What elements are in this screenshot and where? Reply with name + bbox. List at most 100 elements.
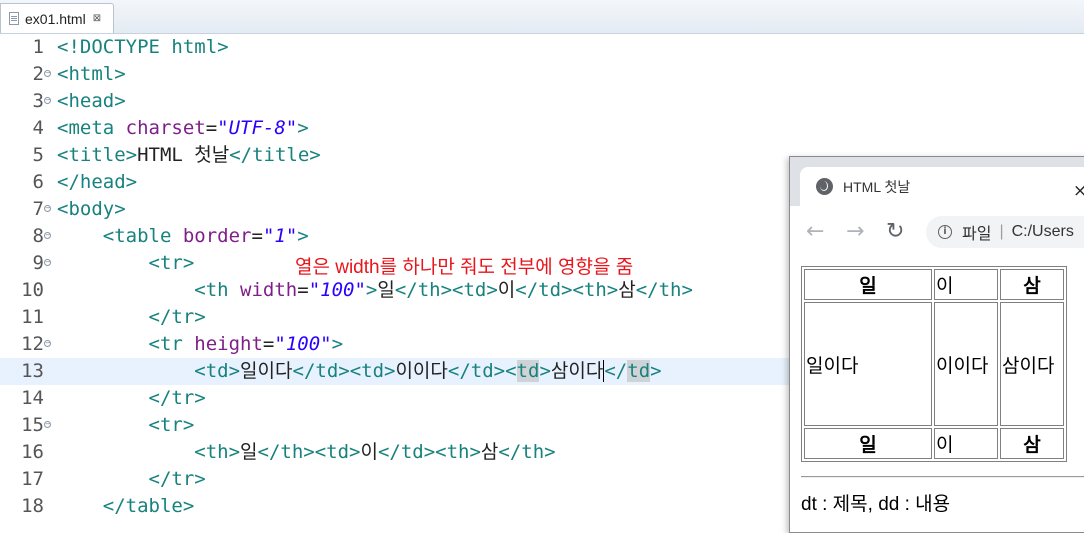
code-text: <title>HTML 첫날</title> xyxy=(57,144,321,166)
line-number: 8 xyxy=(32,225,44,247)
code-line: 6 </head> xyxy=(0,169,790,196)
globe-icon xyxy=(816,178,833,195)
line-number: 5 xyxy=(32,144,44,166)
line-number: 17 xyxy=(21,468,44,490)
code-text: <body> xyxy=(57,198,126,220)
table-header-cell: 일 xyxy=(804,269,932,300)
fold-toggle-icon[interactable]: − xyxy=(44,97,51,104)
code-text: <td>일이다</td><td>이이다</td><td>삼이다</td> xyxy=(194,360,662,382)
html-file-icon xyxy=(9,12,19,25)
code-text: <meta charset="UTF-8"> xyxy=(57,117,309,139)
line-number: 9 xyxy=(32,252,44,274)
editor-tab-ex01[interactable]: ex01.html ⊠ xyxy=(0,3,114,33)
code-text: <th width="100">일</th><td>이</td><th>삼</t… xyxy=(194,279,693,301)
line-number: 7 xyxy=(32,198,44,220)
close-icon[interactable]: ⊠ xyxy=(93,13,101,24)
code-text: <table border="1"> xyxy=(102,225,309,247)
table-cell: 이 xyxy=(934,269,998,300)
matched-tag: td xyxy=(516,360,540,382)
table-cell: 이 xyxy=(934,428,998,459)
table-header-cell: 삼 xyxy=(1000,428,1064,459)
code-line: 8 − <table border="1"> xyxy=(0,223,790,250)
code-line: 1 <!DOCTYPE html> xyxy=(0,34,790,61)
line-number: 13 xyxy=(21,360,44,382)
code-line: 10 <th width="100">일</th><td>이</td><th>삼… xyxy=(0,277,790,304)
code-line: 4 <meta charset="UTF-8"> xyxy=(0,115,790,142)
editor-tab-bar: ex01.html ⊠ xyxy=(0,0,1084,34)
address-separator: | xyxy=(999,223,1004,240)
line-number: 14 xyxy=(21,387,44,409)
fold-toggle-icon[interactable]: − xyxy=(44,421,51,428)
table-row: 일 이 삼 xyxy=(804,269,1064,300)
code-text: </table> xyxy=(102,495,195,517)
line-number: 18 xyxy=(21,495,44,517)
fold-toggle-icon[interactable]: − xyxy=(44,232,51,239)
line-number: 3 xyxy=(32,90,44,112)
fold-toggle-icon[interactable]: − xyxy=(44,259,51,266)
code-line: 14 </tr> xyxy=(0,385,790,412)
browser-tab-title: HTML 첫날 xyxy=(843,178,911,195)
annotation-comment: 열은 width를 하나만 줘도 전부에 영향을 줌 xyxy=(295,257,634,278)
code-line: 17 </tr> xyxy=(0,466,790,493)
line-number: 15 xyxy=(21,414,44,436)
table-cell: 일이다 xyxy=(804,302,932,426)
line-number: 1 xyxy=(32,36,44,58)
fold-toggle-icon[interactable]: − xyxy=(44,70,51,77)
reload-icon[interactable]: ↻ xyxy=(886,220,904,244)
line-number: 16 xyxy=(21,441,44,463)
line-number: 6 xyxy=(32,171,44,193)
code-text: <!DOCTYPE html> xyxy=(57,36,229,58)
browser-window: HTML 첫날 × ← → ↻ i 파일 | C:/Users 일 이 삼 일이… xyxy=(789,156,1084,533)
table-cell: 이이다 xyxy=(934,302,998,426)
table-row: 일 이 삼 xyxy=(804,428,1064,459)
line-number: 12 xyxy=(21,333,44,355)
table-cell: 삼이다 xyxy=(1000,302,1064,426)
matched-tag: td xyxy=(627,360,651,382)
code-text: </tr> xyxy=(148,468,206,490)
code-text: <tr height="100"> xyxy=(148,333,344,355)
rendered-table: 일 이 삼 일이다 이이다 삼이다 일 이 삼 xyxy=(801,266,1067,462)
browser-tab[interactable]: HTML 첫날 xyxy=(800,167,1084,206)
address-scheme-label: 파일 xyxy=(962,226,992,243)
table-header-cell: 삼 xyxy=(1000,269,1064,300)
editor-tab-label: ex01.html xyxy=(25,10,86,27)
code-text: <head> xyxy=(57,90,126,112)
code-line: 11 </tr> xyxy=(0,304,790,331)
code-line: 3 − <head> xyxy=(0,88,790,115)
code-line: 5 <title>HTML 첫날</title> xyxy=(0,142,790,169)
code-text: <tr> xyxy=(148,414,195,436)
line-number: 4 xyxy=(32,117,44,139)
page-content: 일 이 삼 일이다 이이다 삼이다 일 이 삼 dt : 제목, dd : 내용 xyxy=(790,260,1084,532)
fold-toggle-icon[interactable]: − xyxy=(44,340,51,347)
fold-toggle-icon[interactable]: − xyxy=(44,205,51,212)
back-arrow-icon[interactable]: ← xyxy=(806,220,824,244)
code-text: <tr> xyxy=(148,252,195,274)
table-row: 일이다 이이다 삼이다 xyxy=(804,302,1064,426)
code-line: 16 <th>일</th><td>이</td><th>삼</th> xyxy=(0,439,790,466)
line-number: 2 xyxy=(32,63,44,85)
code-line: 2 − <html> xyxy=(0,61,790,88)
browser-toolbar: ← → ↻ i 파일 | C:/Users xyxy=(790,206,1084,260)
address-url: C:/Users xyxy=(1011,223,1074,240)
close-icon[interactable]: × xyxy=(1073,181,1084,201)
code-text: <html> xyxy=(57,63,126,85)
info-icon[interactable]: i xyxy=(938,225,952,239)
browser-tab-strip: HTML 첫날 × xyxy=(790,157,1084,206)
code-line: 7 − <body> xyxy=(0,196,790,223)
address-bar[interactable]: i 파일 | C:/Users xyxy=(926,216,1084,248)
dt-description-text: dt : 제목, dd : 내용 xyxy=(801,494,951,515)
forward-arrow-icon[interactable]: → xyxy=(846,220,864,244)
code-text: </tr> xyxy=(148,387,206,409)
code-text: <th>일</th><td>이</td><th>삼</th> xyxy=(194,441,556,463)
table-header-cell: 일 xyxy=(804,428,932,459)
code-line: 18 </table> xyxy=(0,493,790,520)
code-line: 12 − <tr height="100"> xyxy=(0,331,790,358)
line-number: 11 xyxy=(21,306,44,328)
code-line: 15 − <tr> xyxy=(0,412,790,439)
text-caret: < xyxy=(603,360,616,382)
current-code-line: 13 <td>일이다</td><td>이이다</td><td>삼이다</td> xyxy=(0,358,790,385)
line-number: 10 xyxy=(21,279,44,301)
code-text: </tr> xyxy=(148,306,206,328)
code-text: </head> xyxy=(57,171,138,193)
horizontal-rule xyxy=(801,476,1084,478)
